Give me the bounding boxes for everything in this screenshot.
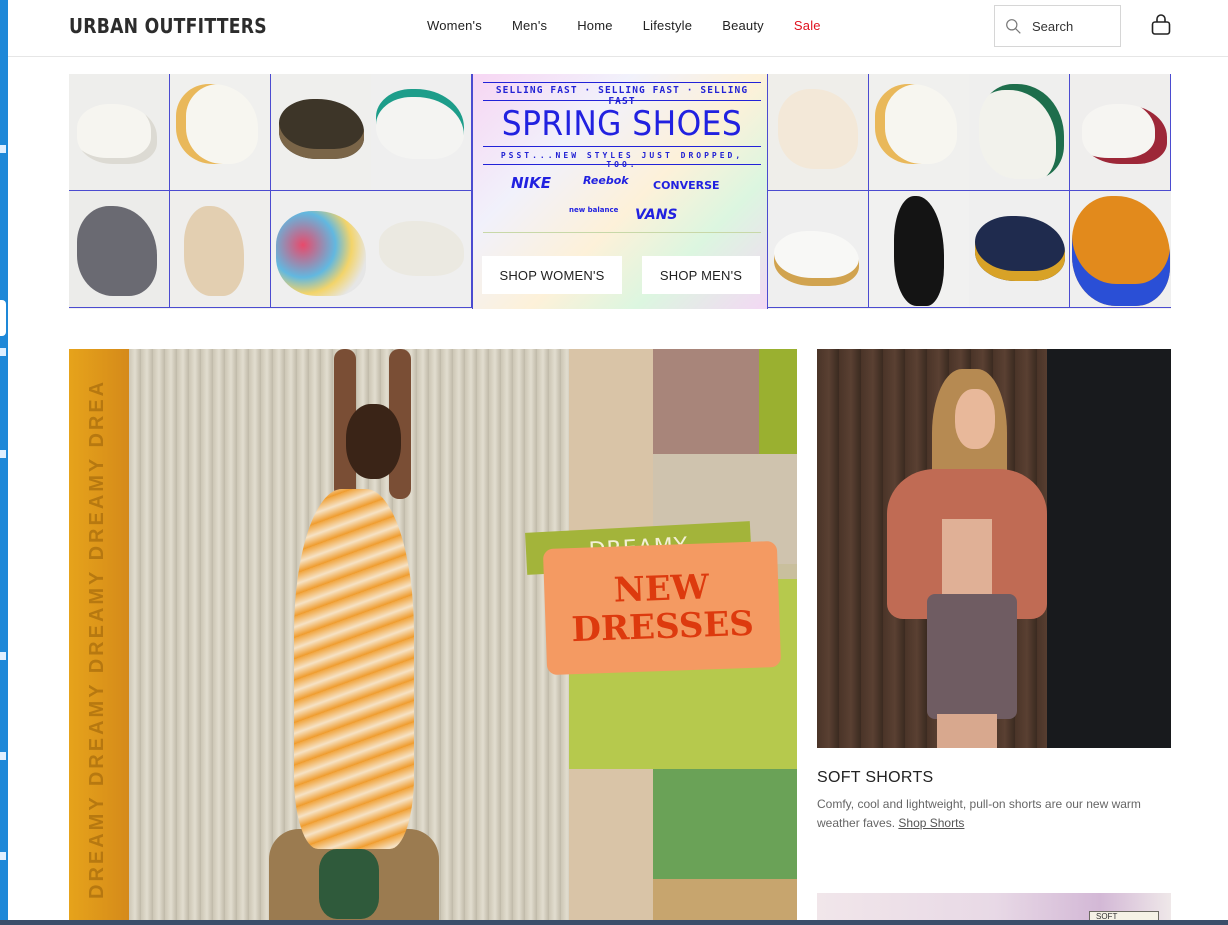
soft-shorts-title: SOFT SHORTS [817, 769, 934, 786]
converse-logo: CONVERSE [653, 179, 720, 192]
search-icon [1006, 18, 1021, 34]
shopping-bag-icon[interactable] [1151, 14, 1171, 36]
shoe-tile [371, 74, 472, 191]
shoe-tile [1070, 74, 1171, 191]
shop-womens-button[interactable]: SHOP WOMEN'S [482, 256, 622, 294]
shoe-tile [969, 74, 1070, 191]
spring-shoes-panel: SELLING FAST · SELLING FAST · SELLING FA… [472, 74, 768, 309]
site-header: URBAN OUTFITTERS Women's Men's Home Life… [8, 0, 1228, 57]
hero-title: SPRING SHOES [501, 104, 743, 144]
new-balance-logo: new balance [569, 206, 619, 214]
new-dresses-feature[interactable]: DREAMY DREAMY DREAMY DREAMY DREAMY DREAM… [69, 349, 797, 925]
new-dresses-line2: DRESSES [570, 603, 755, 651]
nav-women[interactable]: Women's [427, 18, 482, 33]
hero-subtitle: PSST...NEW STYLES JUST DROPPED, TOO. [500, 151, 744, 169]
soft-shorts-description: Comfy, cool and lightweight, pull-on sho… [817, 795, 1167, 833]
desktop-edge [0, 0, 8, 925]
shoe-tile [69, 191, 170, 308]
shoe-tile [1070, 191, 1171, 308]
spring-shoes-banner[interactable]: SELLING FAST · SELLING FAST · SELLING FA… [69, 74, 1171, 309]
shoe-tile [170, 191, 271, 308]
soft-shorts-description-text: Comfy, cool and lightweight, pull-on sho… [817, 797, 1141, 830]
shop-shorts-link[interactable]: Shop Shorts [898, 816, 964, 830]
new-dresses-line1: NEW [613, 567, 710, 611]
main-nav: Women's Men's Home Lifestyle Beauty Sale [427, 18, 851, 33]
nav-lifestyle[interactable]: Lifestyle [643, 18, 693, 33]
shoe-tile [271, 191, 372, 308]
shoe-tile [768, 74, 869, 191]
nike-logo: NIKE [511, 174, 552, 192]
dreamy-side-text: DREAMY DREAMY DREAMY DREAMY DREAMY DREAM… [86, 379, 108, 899]
nav-home[interactable]: Home [577, 18, 612, 33]
shoe-tile [969, 191, 1070, 308]
soft-shorts-image[interactable] [817, 349, 1171, 748]
taskbar-edge [0, 920, 1228, 925]
shoe-tile [869, 191, 970, 308]
search-placeholder: Search [1032, 18, 1074, 34]
new-dresses-tag: NEW DRESSES [542, 540, 782, 676]
nav-beauty[interactable]: Beauty [722, 18, 764, 33]
site-logo[interactable]: URBAN OUTFITTERS [69, 14, 267, 38]
nav-sale[interactable]: Sale [794, 18, 821, 33]
shoe-tile [271, 74, 372, 191]
shoe-tile [371, 191, 472, 308]
search-box[interactable]: Search [994, 5, 1121, 47]
shoe-tile [768, 191, 869, 308]
vans-logo: VANS [635, 207, 678, 223]
shoe-tile [69, 74, 170, 191]
shoe-tile [869, 74, 970, 191]
shoe-tile [170, 74, 271, 191]
nav-men[interactable]: Men's [512, 18, 547, 33]
reebok-logo: Reebok [583, 174, 629, 187]
shop-mens-button[interactable]: SHOP MEN'S [642, 256, 760, 294]
